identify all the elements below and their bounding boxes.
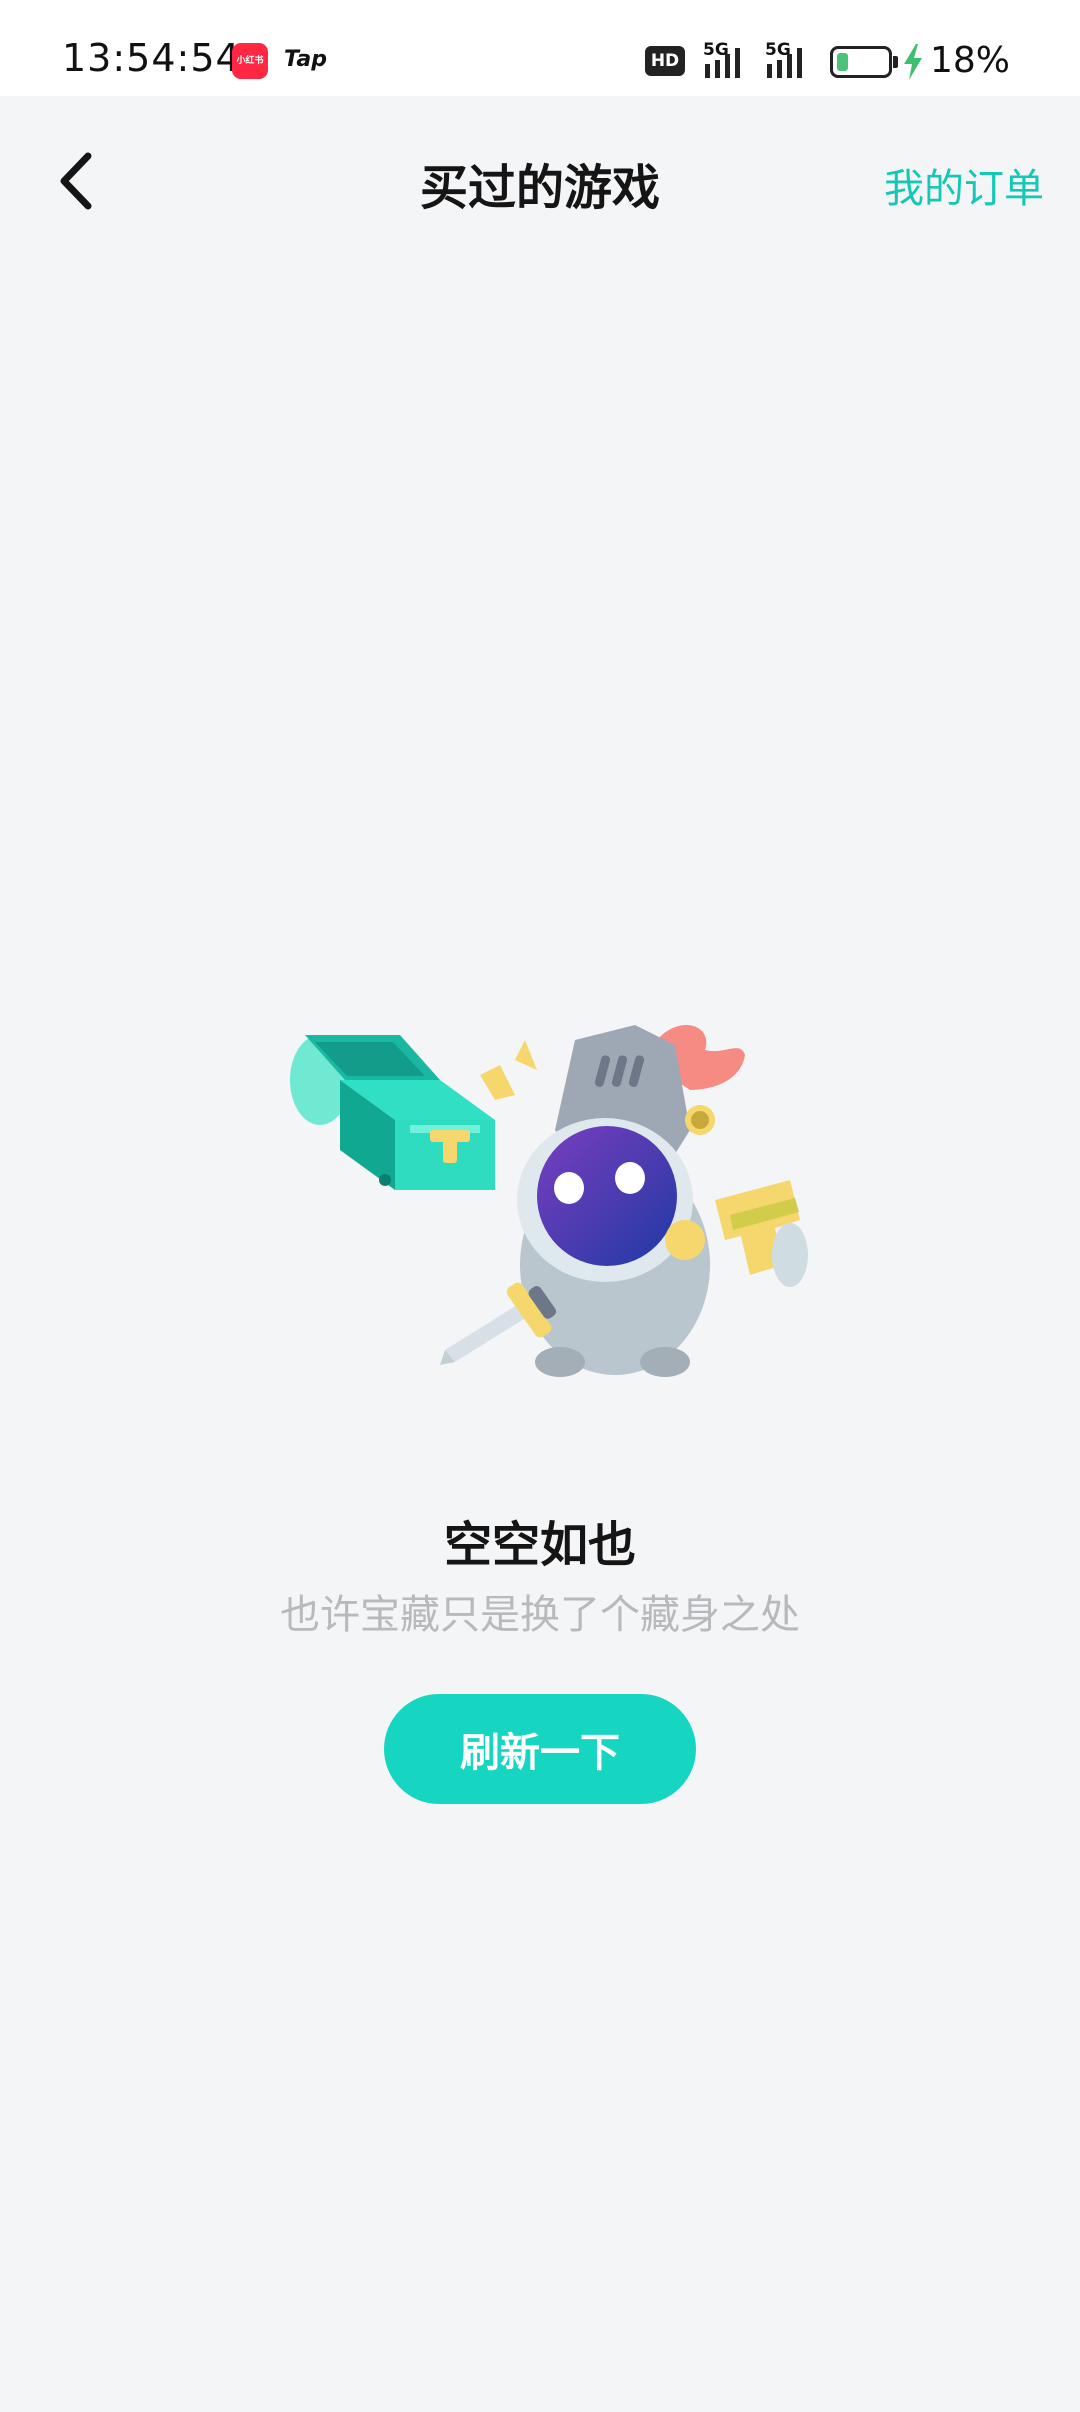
taptap-icon: Tap (284, 47, 327, 72)
status-time: 13:54:54 (62, 36, 241, 80)
signal-strength-1-icon (705, 48, 740, 78)
hd-voice-icon: HD (645, 46, 685, 76)
battery-icon (830, 46, 892, 78)
empty-state-subtitle: 也许宝藏只是换了个藏身之处 (280, 1592, 800, 1638)
app-screen: 13:54:54 小红书 Tap HD 5G 5G 18% 买过的游戏 我的订单… (0, 0, 1080, 2412)
knight-with-treasure-chest-illustration (290, 1025, 808, 1377)
empty-state-title: 空空如也 (443, 1517, 636, 1573)
battery-percentage: 18% (930, 40, 1011, 81)
refresh-button[interactable]: 刷新一下 (384, 1694, 696, 1804)
signal-strength-2-icon (767, 48, 802, 78)
battery-tip (893, 56, 898, 68)
status-bar: 13:54:54 小红书 Tap HD 5G 5G 18% (0, 0, 1080, 96)
page-header: 买过的游戏 我的订单 (0, 96, 1080, 266)
xiaohongshu-icon: 小红书 (232, 43, 268, 79)
xiaohongshu-label: 小红书 (236, 56, 264, 66)
charging-bolt-icon (904, 44, 922, 80)
battery-level-fill (837, 53, 848, 71)
my-orders-link[interactable]: 我的订单 (884, 156, 1044, 214)
